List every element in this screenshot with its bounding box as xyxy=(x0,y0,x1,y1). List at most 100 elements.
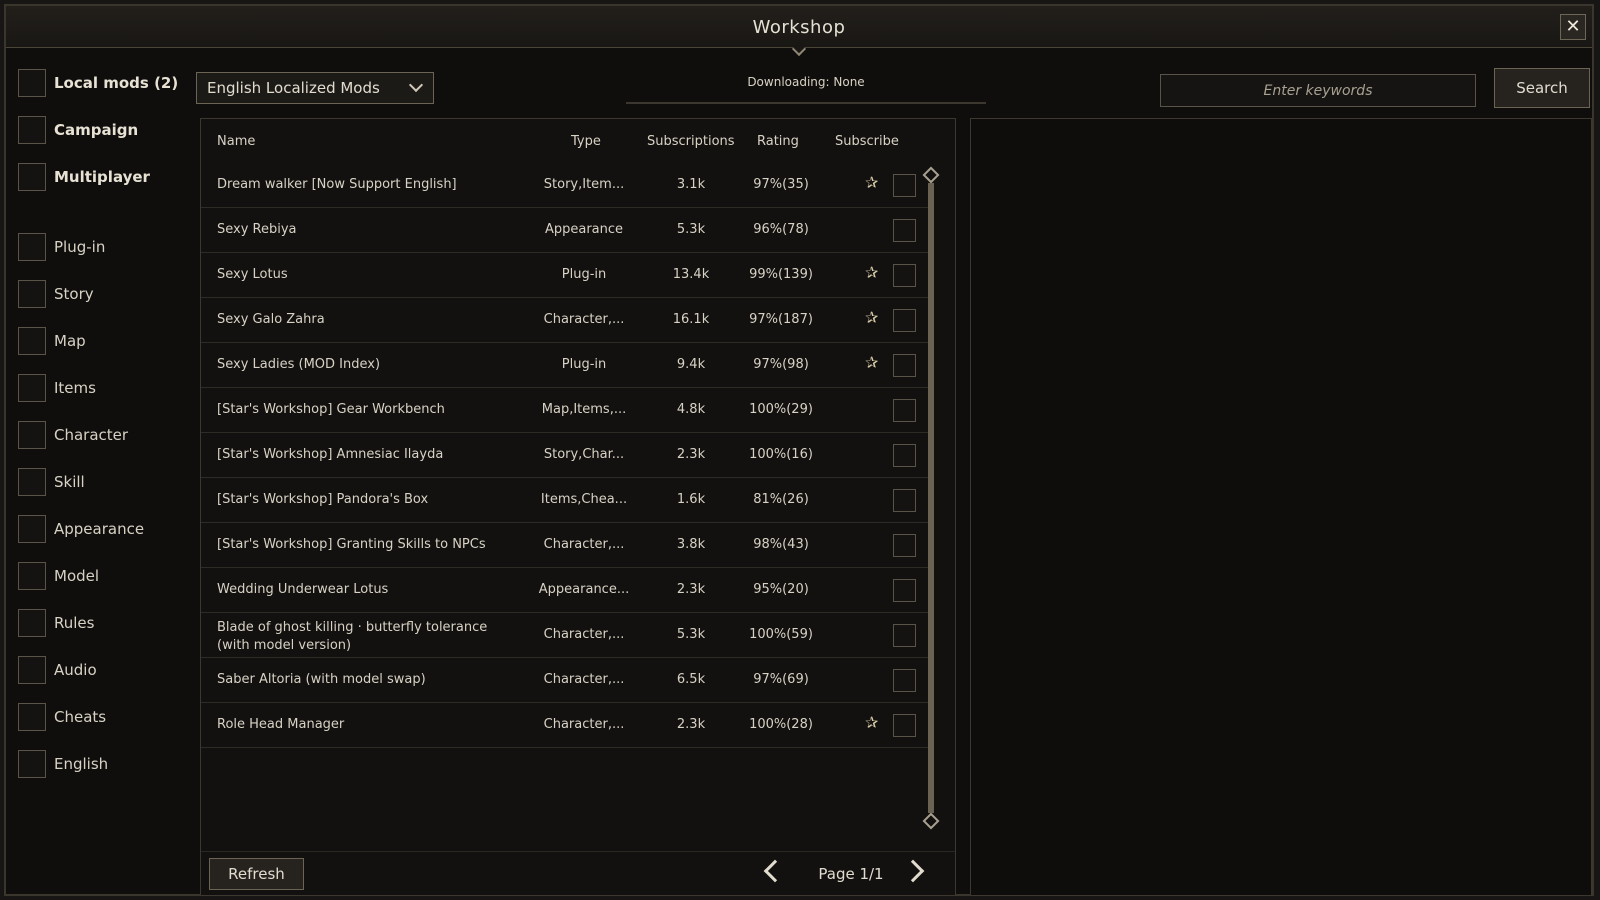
mod-rating: 81%(26) xyxy=(753,492,809,507)
table-row[interactable]: Sexy Lotus Plug-in 13.4k 99%(139) ✰ xyxy=(201,253,931,298)
subscribe-checkbox[interactable] xyxy=(893,399,916,422)
mod-rating: 97%(69) xyxy=(753,672,809,687)
column-type[interactable]: Type xyxy=(571,134,601,149)
filter-cheats[interactable]: Cheats xyxy=(18,702,106,732)
checkbox[interactable] xyxy=(18,656,46,684)
checkbox[interactable] xyxy=(18,703,46,731)
mod-name: Wedding Underwear Lotus xyxy=(217,582,389,597)
subscribe-checkbox[interactable] xyxy=(893,354,916,377)
mod-type: Character,... xyxy=(543,717,625,732)
mod-name: Sexy Ladies (MOD Index) xyxy=(217,357,381,372)
table-row[interactable]: [Star's Workshop] Gear Workbench Map,Ite… xyxy=(201,388,931,433)
mod-name: [Star's Workshop] Granting Skills to NPC… xyxy=(217,537,486,552)
mod-type: Story,Item... xyxy=(543,177,625,192)
checkbox[interactable] xyxy=(18,327,46,355)
mod-type: Story,Char... xyxy=(543,447,625,462)
chevron-right-icon[interactable] xyxy=(901,859,925,883)
filter-label: Cheats xyxy=(54,708,107,726)
filter-skill[interactable]: Skill xyxy=(18,467,85,497)
page-indicator: Page 1/1 xyxy=(818,865,884,883)
table-row[interactable]: Role Head Manager Character,... 2.3k 100… xyxy=(201,703,931,748)
filter-model[interactable]: Model xyxy=(18,561,99,591)
checkbox[interactable] xyxy=(18,750,46,778)
search-input[interactable] xyxy=(1160,74,1476,107)
mod-rating: 100%(28) xyxy=(749,717,813,732)
table-row[interactable]: Sexy Rebiya Appearance 5.3k 96%(78) xyxy=(201,208,931,253)
table-row[interactable]: Sexy Galo Zahra Character,... 16.1k 97%(… xyxy=(201,298,931,343)
mod-list-panel: Name Type Subscriptions Rating Subscribe… xyxy=(200,118,956,896)
table-row[interactable]: Wedding Underwear Lotus Appearance... 2.… xyxy=(201,568,931,613)
refresh-button[interactable]: Refresh xyxy=(209,858,304,890)
mod-source-dropdown[interactable]: English Localized Mods xyxy=(196,72,434,104)
scroll-down-icon[interactable] xyxy=(922,812,940,830)
search-button[interactable]: Search xyxy=(1494,68,1590,108)
mod-name: Dream walker [Now Support English] xyxy=(217,177,457,192)
subscribe-checkbox[interactable] xyxy=(893,444,916,467)
scroll-up-icon[interactable] xyxy=(922,166,940,184)
filter-appearance[interactable]: Appearance xyxy=(18,514,144,544)
mod-name: Sexy Galo Zahra xyxy=(217,312,325,327)
subscribe-checkbox[interactable] xyxy=(893,309,916,332)
checkbox[interactable] xyxy=(18,163,46,191)
star-icon: ✰ xyxy=(865,353,879,372)
scroll-thumb[interactable] xyxy=(928,183,934,813)
filter-multiplayer[interactable]: Multiplayer xyxy=(18,162,150,192)
filter-rules[interactable]: Rules xyxy=(18,608,94,638)
filter-english[interactable]: English xyxy=(18,749,108,779)
close-button[interactable]: ✕ xyxy=(1560,14,1586,40)
subscribe-checkbox[interactable] xyxy=(893,264,916,287)
filter-label: Items xyxy=(54,379,96,397)
table-row[interactable]: Dream walker [Now Support English] Story… xyxy=(201,163,931,208)
table-row[interactable]: [Star's Workshop] Granting Skills to NPC… xyxy=(201,523,931,568)
list-scrollbar[interactable] xyxy=(922,166,940,830)
checkbox[interactable] xyxy=(18,421,46,449)
column-rating[interactable]: Rating xyxy=(757,134,799,149)
subscribe-checkbox[interactable] xyxy=(893,174,916,197)
table-row[interactable]: Saber Altoria (with model swap) Characte… xyxy=(201,658,931,703)
checkbox[interactable] xyxy=(18,280,46,308)
subscribe-checkbox[interactable] xyxy=(893,219,916,242)
subscribe-checkbox[interactable] xyxy=(893,669,916,692)
table-header: Name Type Subscriptions Rating Subscribe xyxy=(201,119,955,163)
table-row[interactable]: [Star's Workshop] Pandora's Box Items,Ch… xyxy=(201,478,931,523)
column-name[interactable]: Name xyxy=(217,134,255,149)
filter-items[interactable]: Items xyxy=(18,373,96,403)
subscribe-checkbox[interactable] xyxy=(893,489,916,512)
subscribe-checkbox[interactable] xyxy=(893,714,916,737)
checkbox[interactable] xyxy=(18,374,46,402)
checkbox[interactable] xyxy=(18,69,46,97)
table-row[interactable]: Blade of ghost killing · butterfly toler… xyxy=(201,613,931,658)
subscribe-checkbox[interactable] xyxy=(893,579,916,602)
filter-audio[interactable]: Audio xyxy=(18,655,97,685)
filter-plug-in[interactable]: Plug-in xyxy=(18,232,105,262)
table-row[interactable]: [Star's Workshop] Amnesiac Ilayda Story,… xyxy=(201,433,931,478)
filter-story[interactable]: Story xyxy=(18,279,94,309)
subscribe-checkbox[interactable] xyxy=(893,624,916,647)
checkbox[interactable] xyxy=(18,468,46,496)
checkbox[interactable] xyxy=(18,116,46,144)
column-subscriptions[interactable]: Subscriptions xyxy=(647,134,735,149)
filter-character[interactable]: Character xyxy=(18,420,128,450)
chevron-left-icon[interactable] xyxy=(763,859,787,883)
mod-type: Map,Items,... xyxy=(541,402,627,417)
mod-rating: 98%(43) xyxy=(753,537,809,552)
checkbox[interactable] xyxy=(18,562,46,590)
mod-subscriptions: 1.6k xyxy=(676,492,706,507)
checkbox[interactable] xyxy=(18,515,46,543)
filter-map[interactable]: Map xyxy=(18,326,86,356)
filter-local-mods[interactable]: Local mods (2) xyxy=(18,68,178,98)
table-row[interactable]: Sexy Ladies (MOD Index) Plug-in 9.4k 97%… xyxy=(201,343,931,388)
filter-label: English xyxy=(54,755,109,773)
filter-label: Audio xyxy=(54,661,97,679)
filter-campaign[interactable]: Campaign xyxy=(18,115,138,145)
column-subscribe[interactable]: Subscribe xyxy=(835,134,899,149)
filter-label: Local mods (2) xyxy=(54,74,179,92)
subscribe-checkbox[interactable] xyxy=(893,534,916,557)
filter-label: Appearance xyxy=(54,520,145,538)
checkbox[interactable] xyxy=(18,233,46,261)
mod-name: Role Head Manager xyxy=(217,717,345,732)
mod-subscriptions: 6.5k xyxy=(676,672,706,687)
mod-rating: 99%(139) xyxy=(749,267,813,282)
star-icon: ✰ xyxy=(865,308,879,327)
checkbox[interactable] xyxy=(18,609,46,637)
